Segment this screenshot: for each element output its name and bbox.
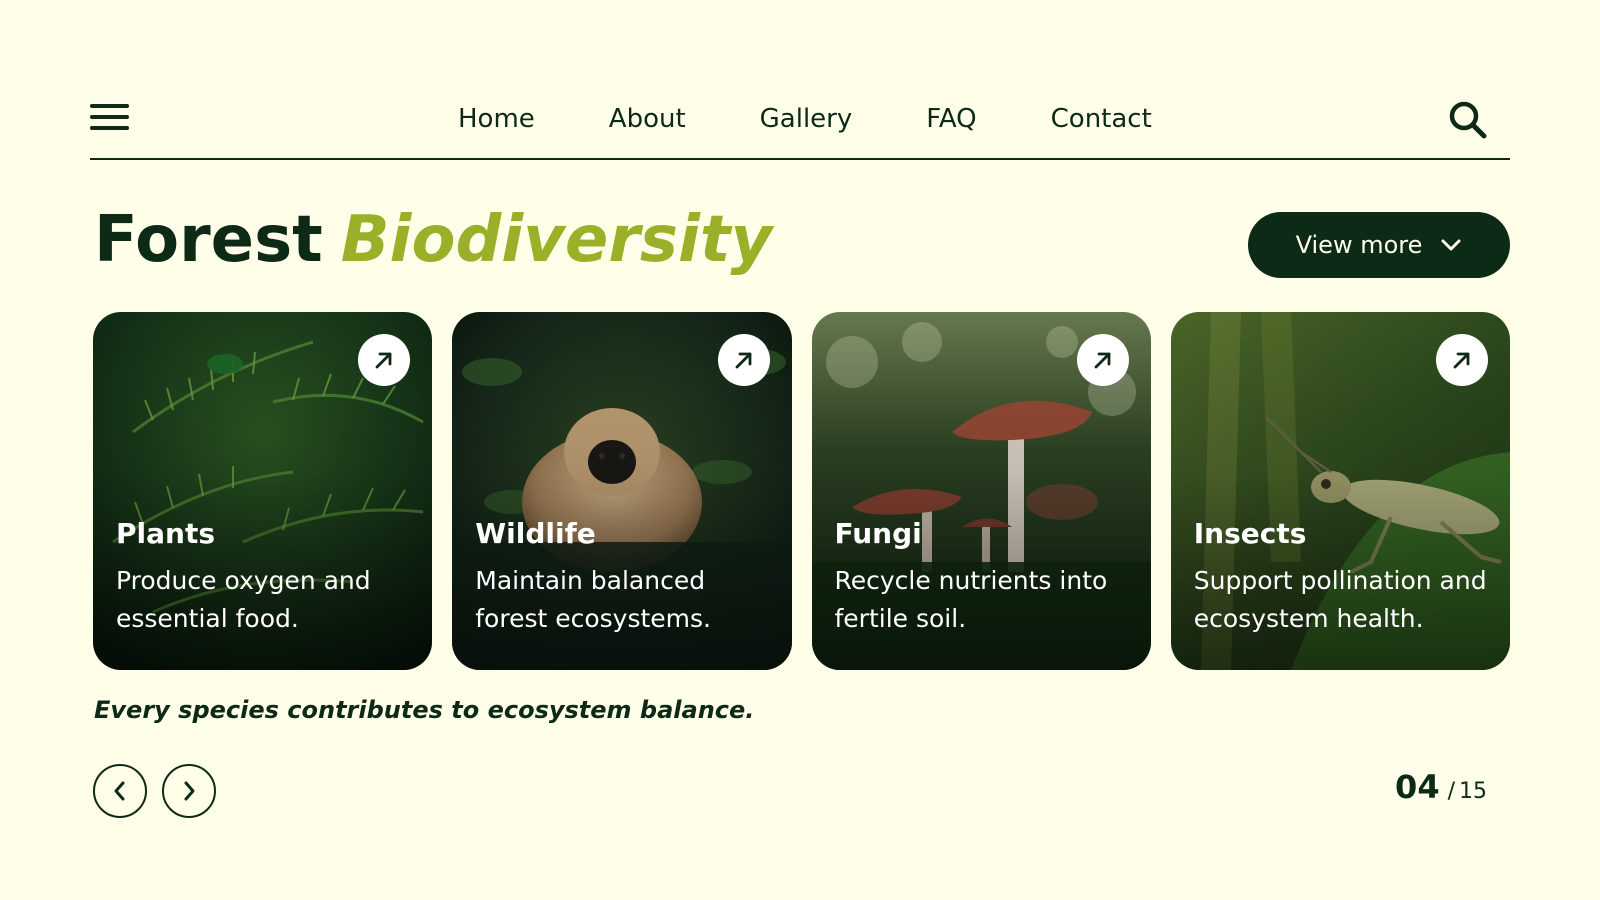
nav-about[interactable]: About	[609, 100, 686, 138]
page: Home About Gallery FAQ Contact Forest Bio…	[0, 0, 1600, 900]
page-title-main: Forest	[94, 203, 323, 277]
nav-gallery[interactable]: Gallery	[760, 100, 853, 138]
next-button[interactable]	[162, 764, 216, 818]
search-icon[interactable]	[1448, 100, 1488, 140]
hero-title-row: Forest Biodiversity View more	[94, 200, 1510, 280]
card-description: Maintain balanced forest ecosystems.	[475, 566, 712, 633]
card-title: Wildlife	[475, 517, 596, 550]
arrow-up-right-icon[interactable]	[1436, 334, 1488, 386]
page-counter: 04 / 15	[1395, 768, 1487, 806]
page-separator: /	[1447, 779, 1455, 804]
view-more-label: View more	[1295, 231, 1423, 259]
hamburger-menu-icon[interactable]	[90, 104, 130, 134]
total-pages: 15	[1459, 779, 1487, 804]
card-title: Insects	[1193, 517, 1307, 550]
nav-home[interactable]: Home	[458, 100, 535, 138]
card-description: Support pollination and ecosystem health…	[1193, 566, 1487, 633]
chevron-right-icon	[184, 781, 195, 801]
card-fungi[interactable]: Fungi Recycle nutrients into fertile soi…	[811, 312, 1151, 670]
card-title: Fungi	[834, 517, 922, 550]
card-wildlife[interactable]: Wildlife Maintain balanced forest ecosys…	[452, 312, 792, 670]
arrow-up-right-icon[interactable]	[1076, 334, 1129, 386]
view-more-button[interactable]: View more	[1248, 212, 1510, 278]
card-description: Recycle nutrients into fertile soil.	[834, 566, 1108, 633]
main-nav: Home About Gallery FAQ Contact	[458, 100, 1152, 138]
arrow-up-right-icon[interactable]	[358, 334, 411, 386]
card-title: Plants	[116, 517, 215, 550]
top-navbar: Home About Gallery FAQ Contact	[90, 90, 1510, 160]
chevron-left-icon	[114, 781, 125, 801]
current-page: 04	[1395, 768, 1440, 806]
previous-button[interactable]	[93, 764, 147, 818]
card-plants[interactable]: Plants Produce oxygen and essential food…	[93, 312, 433, 670]
card-description: Produce oxygen and essential food.	[116, 566, 371, 633]
nav-contact[interactable]: Contact	[1051, 100, 1152, 138]
nav-faq[interactable]: FAQ	[926, 100, 976, 138]
tagline: Every species contributes to ecosystem b…	[94, 696, 755, 724]
arrow-up-right-icon[interactable]	[717, 334, 770, 386]
chevron-down-icon	[1441, 239, 1461, 251]
category-cards: Plants Produce oxygen and essential food…	[93, 312, 1510, 670]
page-title-accent: Biodiversity	[340, 203, 773, 277]
card-insects[interactable]: Insects Support pollination and ecosyste…	[1170, 312, 1510, 670]
